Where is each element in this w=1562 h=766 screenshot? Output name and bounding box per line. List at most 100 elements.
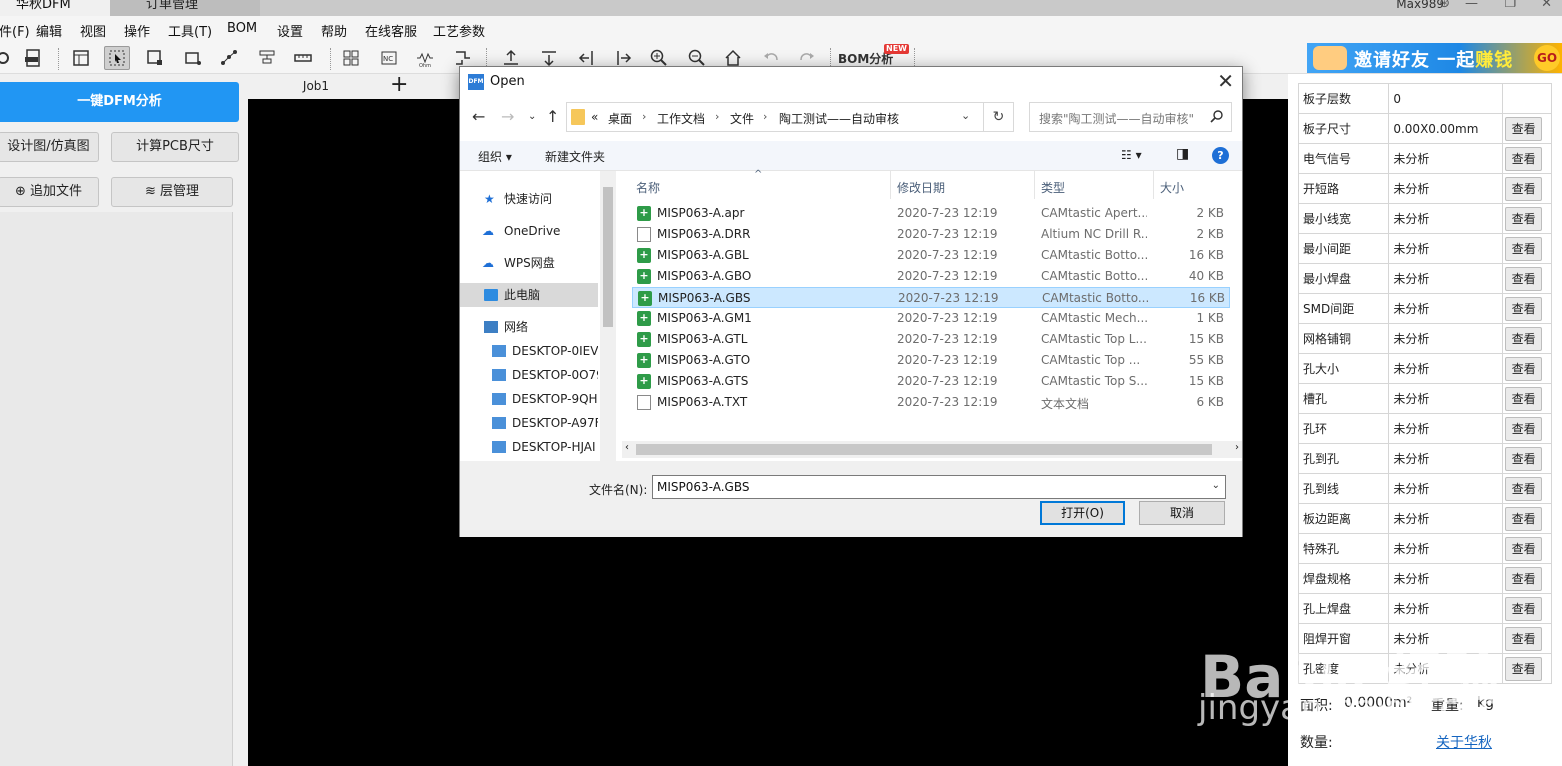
view-button[interactable]: 查看 xyxy=(1505,176,1543,201)
column-type[interactable]: 类型 xyxy=(1041,179,1065,196)
menu-settings[interactable]: 设置 xyxy=(277,21,303,40)
menu-view[interactable]: 视图 xyxy=(80,21,106,40)
chevron-down-icon[interactable]: ⌄ xyxy=(961,109,970,122)
breadcrumb-work-docs[interactable]: 工作文档 xyxy=(657,110,705,127)
add-file-button[interactable]: ⊕ 追加文件 xyxy=(0,177,99,207)
address-bar[interactable]: « 桌面 › 工作文档 › 文件 › 陶工测试——自动审核 ⌄ xyxy=(566,102,984,132)
calc-pcb-size-button[interactable]: 计算PCB尺寸 xyxy=(111,132,239,162)
one-click-dfm-button[interactable]: 一键DFM分析 xyxy=(0,82,239,122)
qr-grid-icon[interactable] xyxy=(338,46,364,70)
about-huaqiu-link[interactable]: 关于华秋 xyxy=(1436,732,1492,752)
select-pointer-icon[interactable] xyxy=(104,46,130,70)
add-tab-icon[interactable]: + xyxy=(390,72,408,97)
view-button[interactable]: 查看 xyxy=(1505,416,1543,441)
chevron-right-icon[interactable]: › xyxy=(642,110,646,123)
column-name[interactable]: 名称 xyxy=(636,179,660,196)
ruler-icon[interactable] xyxy=(290,46,316,70)
view-options-icon[interactable]: ☷ ▾ xyxy=(1121,148,1142,162)
maximize-icon[interactable]: ❐ xyxy=(1504,0,1516,11)
view-button[interactable]: 查看 xyxy=(1505,146,1543,171)
nav-quick-access[interactable]: ★ 快速访问 xyxy=(460,187,598,211)
horizontal-scrollbar[interactable]: ‹ › xyxy=(622,441,1242,458)
scroll-right-icon[interactable]: › xyxy=(1235,442,1239,453)
menu-tools[interactable]: 工具(T) xyxy=(168,21,212,40)
nav-desktop-5[interactable]: DESKTOP-HJAI xyxy=(460,435,598,459)
nav-desktop-4[interactable]: DESKTOP-A97F xyxy=(460,411,598,435)
close-icon[interactable]: ✕ xyxy=(1217,69,1234,93)
view-button[interactable]: 查看 xyxy=(1505,236,1543,261)
breadcrumb-current-folder[interactable]: 陶工测试——自动审核 xyxy=(779,110,899,127)
view-button[interactable]: 查看 xyxy=(1505,116,1543,141)
search-icon[interactable] xyxy=(1210,109,1224,123)
nav-scroll-thumb[interactable] xyxy=(603,187,613,327)
view-button[interactable]: 查看 xyxy=(1505,326,1543,351)
help-icon[interactable]: ? xyxy=(1212,147,1229,164)
file-row[interactable]: MISP063-A.DRR 2020-7-23 12:19 Altium NC Dr… xyxy=(632,224,1230,245)
user-avatar-icon[interactable]: ⊛ xyxy=(1439,0,1450,11)
file-row[interactable]: + MISP063-A.GM1 2020-7-23 12:19 CAMtastic M… xyxy=(632,308,1230,329)
file-row[interactable]: + MISP063-A.GBL 2020-7-23 12:19 CAMtastic B… xyxy=(632,245,1230,266)
horizontal-scroll-thumb[interactable] xyxy=(636,444,1212,455)
search-input[interactable]: 搜索"陶工测试——自动审核" xyxy=(1029,102,1232,132)
back-arrow-icon[interactable]: ← xyxy=(472,107,485,126)
view-button[interactable]: 查看 xyxy=(1505,206,1543,231)
file-row[interactable]: + MISP063-A.GTL 2020-7-23 12:19 CAMtastic T… xyxy=(632,329,1230,350)
file-row[interactable]: + MISP063-A.apr 2020-7-23 12:19 CAMtastic A… xyxy=(632,203,1230,224)
cancel-button[interactable]: 取消 xyxy=(1139,501,1225,525)
view-button[interactable]: 查看 xyxy=(1505,386,1543,411)
menu-help[interactable]: 帮助 xyxy=(321,21,347,40)
chevron-right-icon[interactable]: › xyxy=(763,110,767,123)
forward-arrow-icon[interactable]: → xyxy=(501,107,514,126)
new-folder-button[interactable]: 新建文件夹 xyxy=(545,148,605,165)
view-button[interactable]: 查看 xyxy=(1505,356,1543,381)
nav-network[interactable]: 网络 xyxy=(460,315,598,339)
invite-banner[interactable]: 邀请好友 一起赚钱 GO xyxy=(1307,43,1562,73)
component-nc-icon[interactable]: NC xyxy=(376,46,402,70)
job-tab[interactable]: Job1 xyxy=(248,74,384,98)
menu-file[interactable]: 文件(F) xyxy=(0,21,30,40)
user-name[interactable]: Max989 xyxy=(1396,0,1444,11)
open-button[interactable]: 打开(O) xyxy=(1040,501,1125,525)
preview-pane-icon[interactable]: ◨ xyxy=(1176,146,1189,162)
view-button[interactable]: 查看 xyxy=(1505,476,1543,501)
column-divider[interactable] xyxy=(1153,171,1154,199)
file-row[interactable]: + MISP063-A.GTO 2020-7-23 12:19 CAMtastic T… xyxy=(632,350,1230,371)
net-icon[interactable] xyxy=(216,46,242,70)
pdf-export-icon[interactable] xyxy=(20,46,46,70)
window-close-icon[interactable]: ✕ xyxy=(1541,0,1552,11)
nav-desktop-2[interactable]: DESKTOP-0O79 xyxy=(460,363,598,387)
breadcrumb-overflow[interactable]: « xyxy=(591,110,598,124)
menu-process-params[interactable]: 工艺参数 xyxy=(433,21,485,40)
view-button[interactable]: 查看 xyxy=(1505,596,1543,621)
up-arrow-icon[interactable]: ↑ xyxy=(546,107,559,126)
nav-scrollbar[interactable] xyxy=(600,171,616,461)
nav-desktop-3[interactable]: DESKTOP-9QH xyxy=(460,387,598,411)
view-button[interactable]: 查看 xyxy=(1505,446,1543,471)
refresh-icon[interactable]: ↻ xyxy=(984,102,1014,132)
chevron-down-icon[interactable]: ⌄ xyxy=(1212,480,1220,491)
view-button[interactable]: 查看 xyxy=(1505,626,1543,651)
organize-menu[interactable]: 组织 ▾ xyxy=(478,148,512,165)
minimize-icon[interactable]: — xyxy=(1465,0,1478,11)
design-sim-button[interactable]: 设计图/仿真图 xyxy=(0,132,99,162)
file-row[interactable]: + MISP063-A.GTS 2020-7-23 12:19 CAMtastic T… xyxy=(632,371,1230,392)
nav-onedrive[interactable]: ☁ OneDrive xyxy=(460,219,598,243)
view-button[interactable]: 查看 xyxy=(1505,296,1543,321)
move-icon[interactable] xyxy=(180,46,206,70)
column-divider[interactable] xyxy=(890,171,891,199)
banner-go-badge[interactable]: GO xyxy=(1534,45,1560,71)
filename-input[interactable]: MISP063-A.GBS ⌄ xyxy=(652,475,1226,499)
view-button[interactable]: 查看 xyxy=(1505,506,1543,531)
view-button[interactable]: 查看 xyxy=(1505,566,1543,591)
nav-this-pc[interactable]: 此电脑 xyxy=(460,283,598,307)
recent-dropdown-icon[interactable]: ⌄ xyxy=(528,111,536,122)
column-date[interactable]: 修改日期 xyxy=(897,179,945,196)
nav-wps-cloud[interactable]: ☁ WPS网盘 xyxy=(460,251,598,275)
menu-online-service[interactable]: 在线客服 xyxy=(365,21,417,40)
align-icon[interactable] xyxy=(254,46,280,70)
tool-gear-icon[interactable] xyxy=(0,46,16,70)
file-row[interactable]: MISP063-A.TXT 2020-7-23 12:19 文本文档 6 KB xyxy=(632,392,1230,413)
tab-huaqiu-dfm[interactable]: 华秋DFM xyxy=(0,0,110,16)
nav-desktop-1[interactable]: DESKTOP-0IEV xyxy=(460,339,598,363)
column-divider[interactable] xyxy=(1034,171,1035,199)
